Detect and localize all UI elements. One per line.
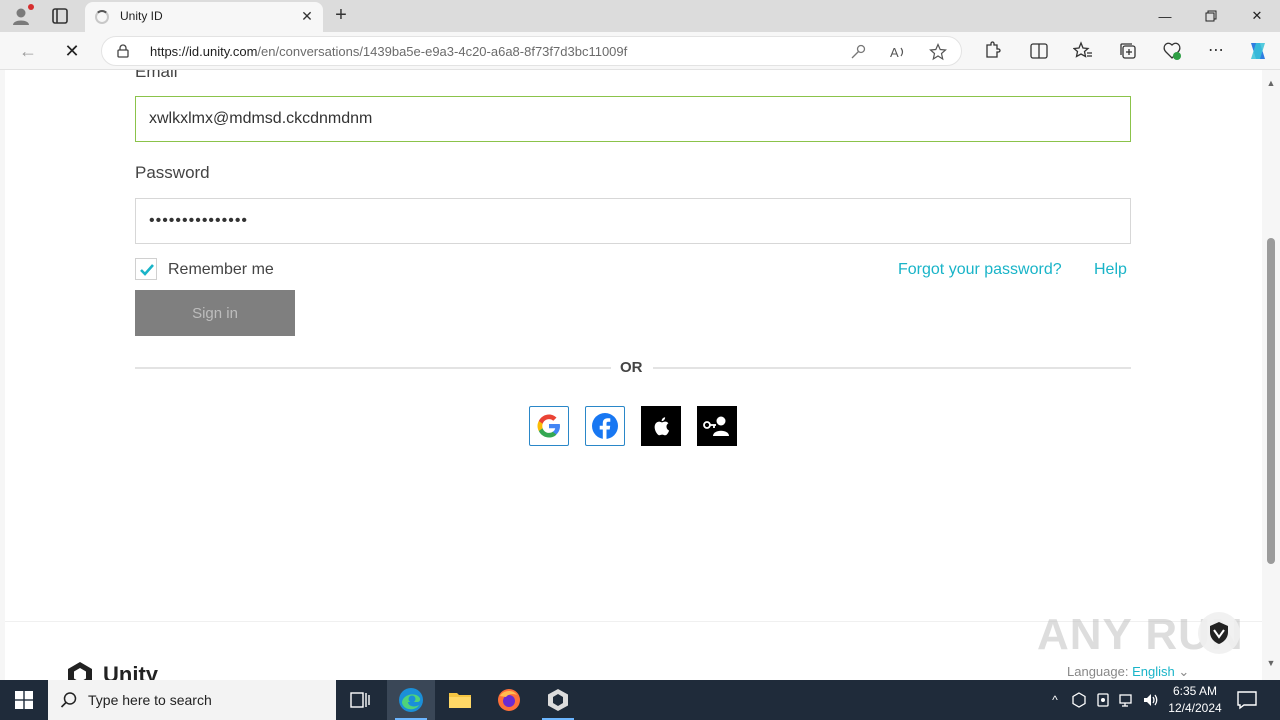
tab-title: Unity ID (120, 9, 163, 23)
taskbar-unity-hub[interactable] (534, 680, 582, 720)
clock-date: 12/4/2024 (1168, 701, 1222, 715)
password-key-icon[interactable] (849, 43, 867, 61)
profile-notification-dot (28, 4, 34, 10)
svg-text:A: A (890, 45, 899, 60)
taskbar-edge-app[interactable] (387, 680, 435, 720)
unity-tray-icon[interactable] (1070, 691, 1088, 709)
taskbar-firefox[interactable] (485, 680, 533, 720)
user-key-icon (703, 416, 729, 436)
lock-icon[interactable] (116, 44, 130, 58)
split-screen-icon[interactable] (1029, 41, 1049, 61)
shield-badge-icon[interactable] (1198, 612, 1240, 654)
browser-essentials-icon[interactable] (1162, 41, 1182, 61)
start-button[interactable] (0, 680, 48, 720)
favorite-star-icon[interactable] (929, 43, 947, 61)
page-scrollbar[interactable]: ▲ ▼ (1262, 70, 1280, 680)
notification-center-icon[interactable] (1236, 690, 1258, 710)
password-label: Password (135, 163, 210, 182)
restore-icon[interactable] (1188, 0, 1234, 32)
unity-brand-text: Unity (103, 662, 158, 680)
windows-logo-icon (15, 691, 33, 709)
signin-card: Email xwlkxlmx@mdmsd.ckcdnmdnm Password … (5, 70, 1262, 621)
close-window-icon[interactable]: ✕ (1234, 0, 1280, 32)
forgot-password-link[interactable]: Forgot your password? (898, 261, 1062, 279)
close-tab-icon[interactable]: ✕ (299, 8, 315, 24)
unity-hub-icon (548, 689, 568, 711)
windows-taskbar: Type here to search ^ 6:35 AM 12/4/2024 (0, 680, 1280, 720)
scroll-up-icon[interactable]: ▲ (1266, 78, 1276, 88)
divider-left (135, 367, 611, 369)
loading-spinner-icon (95, 10, 109, 24)
password-field[interactable]: ••••••••••••••• (135, 198, 1131, 244)
apple-icon (654, 417, 670, 436)
google-icon (537, 414, 560, 438)
network-icon[interactable] (1118, 691, 1136, 709)
apple-login-button[interactable] (641, 406, 681, 446)
address-bar[interactable]: https://id.unity.com/en/conversations/14… (101, 36, 962, 66)
edge-icon (399, 688, 423, 712)
scroll-down-icon[interactable]: ▼ (1266, 658, 1276, 668)
facebook-login-button[interactable] (585, 406, 625, 446)
favorites-icon[interactable] (1073, 41, 1093, 61)
browser-tab-bar: Unity ID ✕ + — ✕ (0, 0, 1280, 32)
divider-right (653, 367, 1131, 369)
taskbar-file-explorer[interactable] (436, 680, 484, 720)
language-label: Language: (1067, 664, 1129, 679)
email-field[interactable]: xwlkxlmx@mdmsd.ckcdnmdnm (135, 96, 1131, 142)
read-aloud-icon[interactable]: A (889, 43, 907, 61)
remember-me-checkbox[interactable] (135, 258, 157, 280)
search-icon (60, 692, 77, 708)
taskbar-search-box[interactable]: Type here to search (48, 680, 336, 720)
checkmark-icon (140, 264, 154, 276)
settings-more-icon[interactable]: ⋯ (1206, 41, 1226, 61)
tab-actions-icon[interactable] (50, 6, 70, 26)
remember-me-label: Remember me (168, 261, 274, 278)
show-hidden-icons-icon[interactable]: ^ (1046, 691, 1064, 709)
unity-logo-icon (68, 662, 92, 680)
extensions-icon[interactable] (981, 41, 1001, 61)
minimize-icon[interactable]: — (1142, 0, 1188, 32)
scrollbar-thumb[interactable] (1267, 238, 1275, 564)
browser-toolbar: ← ✕ https://id.unity.com/en/conversation… (0, 32, 1280, 70)
collections-icon[interactable] (1118, 41, 1138, 61)
language-selector[interactable]: Language: English ⌄ (1067, 664, 1189, 680)
tab-unity-id[interactable]: Unity ID ✕ (85, 2, 323, 32)
facebook-icon (592, 413, 618, 439)
task-view-icon (350, 692, 370, 708)
google-login-button[interactable] (529, 406, 569, 446)
stop-loading-icon[interactable]: ✕ (61, 41, 83, 61)
email-label: Email (135, 70, 178, 81)
or-separator: OR (620, 359, 643, 376)
volume-icon[interactable] (1142, 691, 1160, 709)
sso-login-button[interactable] (697, 406, 737, 446)
new-tab-icon[interactable]: + (331, 5, 351, 25)
url-text[interactable]: https://id.unity.com/en/conversations/14… (150, 44, 627, 59)
firefox-icon (498, 689, 520, 711)
copilot-icon[interactable] (1246, 39, 1270, 63)
device-tray-icon[interactable] (1094, 691, 1112, 709)
page-viewport: Email xwlkxlmx@mdmsd.ckcdnmdnm Password … (0, 70, 1280, 680)
folder-icon (449, 693, 471, 708)
sign-in-button[interactable]: Sign in (135, 290, 295, 336)
language-value[interactable]: English (1132, 664, 1175, 679)
help-link[interactable]: Help (1094, 261, 1127, 279)
back-icon[interactable]: ← (17, 41, 39, 61)
search-placeholder: Type here to search (88, 692, 212, 708)
clock-time: 6:35 AM (1172, 684, 1218, 698)
taskbar-clock[interactable]: 6:35 AM 12/4/2024 (1160, 683, 1230, 717)
task-view-button[interactable] (336, 680, 384, 720)
